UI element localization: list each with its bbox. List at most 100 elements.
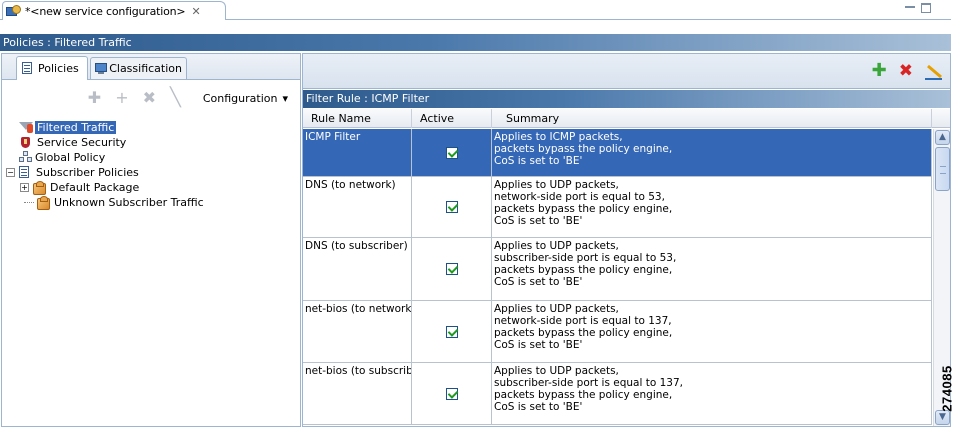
left-tab-bar: Policies Classification: [2, 54, 300, 80]
classification-icon: [95, 62, 107, 75]
tree-item-label: Filtered Traffic: [35, 121, 117, 134]
minimize-icon[interactable]: [905, 6, 915, 14]
window-controls: [905, 3, 931, 14]
policy-tree: Filtered Traffic Service Security Global…: [6, 120, 300, 210]
summary-line: Applies to UDP packets,: [494, 303, 619, 315]
table-body: ICMP Filter Applies to ICMP packets, packe…: [303, 129, 932, 425]
delete-rule-icon[interactable]: ✖: [899, 62, 913, 80]
tree-item-subscriber-policies[interactable]: − Subscriber Policies: [6, 165, 300, 180]
table-row[interactable]: net-bios (to subscrib Applies to UDP pack…: [303, 363, 932, 425]
scroll-up-icon[interactable]: ▲: [935, 130, 950, 145]
table-row[interactable]: ICMP Filter Applies to ICMP packets, packe…: [303, 129, 932, 177]
maximize-icon[interactable]: [921, 3, 931, 13]
tree-item-filtered-traffic[interactable]: Filtered Traffic: [6, 120, 300, 135]
edit-rule-icon[interactable]: [925, 63, 942, 80]
rule-name-cell: DNS (to subscriber): [303, 238, 412, 300]
editor-tab-bar: *<new service configuration> ✕: [0, 0, 951, 21]
collapse-icon[interactable]: −: [6, 168, 15, 177]
service-configuration-icon: [6, 4, 21, 19]
rule-name-cell: ICMP Filter: [303, 129, 412, 176]
summary-line: Applies to UDP packets,: [494, 179, 619, 191]
rules-table: Rule Name Active Summary ICMP Filter Appl…: [303, 109, 950, 426]
tree-toolbar: ✚ + ✖ ╲ Configuration ▾: [2, 81, 300, 115]
package-icon: [32, 181, 46, 195]
expand-icon[interactable]: +: [20, 183, 29, 192]
add-icon[interactable]: +: [115, 90, 128, 106]
tree-item-label: Global Policy: [35, 151, 106, 164]
rule-name-cell: DNS (to network): [303, 177, 412, 237]
filter-icon: [19, 121, 33, 134]
table-row[interactable]: DNS (to subscriber) Applies to UDP packet…: [303, 238, 932, 301]
tree-item-label: Subscriber Policies: [36, 166, 139, 179]
column-header-summary[interactable]: Summary: [492, 109, 932, 128]
global-policy-icon: [19, 151, 33, 164]
summary-line: packets bypass the policy engine,: [494, 264, 673, 276]
delete-icon[interactable]: ✖: [143, 90, 156, 106]
tree-item-service-security[interactable]: Service Security: [6, 135, 300, 150]
close-tab-icon[interactable]: ✕: [191, 5, 200, 18]
tree-connector: [24, 202, 34, 203]
summary-line: network-side port is equal to 137,: [494, 315, 672, 327]
figure-code: 274085: [940, 355, 966, 425]
summary-line: CoS is set to 'BE': [494, 401, 583, 413]
tree-item-label: Default Package: [50, 181, 140, 194]
table-header: Rule Name Active Summary: [303, 109, 950, 128]
active-checkbox[interactable]: [445, 201, 458, 213]
summary-cell: Applies to UDP packets, subscriber-side p…: [492, 363, 932, 424]
table-row[interactable]: DNS (to network) Applies to UDP packets, n…: [303, 177, 932, 238]
subscriber-policies-icon: [18, 166, 32, 179]
summary-line: CoS is set to 'BE': [494, 215, 583, 227]
summary-line: CoS is set to 'BE': [494, 339, 583, 351]
tab-classification[interactable]: Classification: [90, 57, 187, 79]
summary-cell: Applies to UDP packets, subscriber-side p…: [492, 238, 932, 300]
summary-line: subscriber-side port is equal to 53,: [494, 252, 677, 264]
configuration-menu-label: Configuration: [202, 91, 278, 105]
summary-line: packets bypass the policy engine,: [494, 203, 673, 215]
rule-name-cell: net-bios (to subscrib: [303, 363, 412, 424]
active-checkbox[interactable]: [445, 263, 458, 275]
configuration-menu[interactable]: Configuration ▾: [203, 92, 288, 105]
add-sibling-icon[interactable]: ✚: [88, 90, 101, 106]
summary-cell: Applies to UDP packets, network-side port…: [492, 177, 932, 237]
package-icon: [36, 196, 50, 210]
active-cell: [412, 129, 492, 176]
policy-icon: [21, 62, 34, 75]
active-checkbox[interactable]: [445, 325, 458, 338]
active-cell: [412, 301, 492, 362]
summary-cell: Applies to UDP packets, network-side port…: [492, 301, 932, 362]
column-header-rule-name[interactable]: Rule Name: [303, 109, 412, 128]
rule-header: Filter Rule : ICMP Filter: [303, 90, 950, 108]
rules-toolbar: ✚ ✖: [303, 54, 950, 89]
summary-line: Applies to UDP packets,: [494, 240, 619, 252]
editor-tab[interactable]: *<new service configuration> ✕: [2, 1, 226, 21]
editor-tab-title: *<new service configuration>: [25, 5, 186, 18]
summary-line: packets bypass the policy engine,: [494, 327, 673, 339]
summary-line: Applies to ICMP packets,: [494, 131, 623, 143]
column-header-active[interactable]: Active: [412, 109, 492, 128]
scroll-thumb[interactable]: [935, 147, 950, 191]
active-checkbox[interactable]: [445, 387, 458, 400]
tree-item-default-package[interactable]: + Default Package: [6, 180, 300, 195]
table-row[interactable]: net-bios (to network Applies to UDP packe…: [303, 301, 932, 363]
summary-line: packets bypass the policy engine,: [494, 389, 673, 401]
active-cell: [412, 177, 492, 237]
summary-line: network-side port is equal to 53,: [494, 191, 665, 203]
security-icon: [19, 136, 33, 149]
summary-line: subscriber-side port is equal to 137,: [494, 377, 683, 389]
rule-name-cell: net-bios (to network: [303, 301, 412, 362]
summary-line: Applies to UDP packets,: [494, 365, 619, 377]
tree-item-label: Unknown Subscriber Traffic: [54, 196, 204, 209]
add-rule-icon[interactable]: ✚: [872, 62, 887, 80]
header-spacer: [0, 20, 951, 34]
tree-item-label: Service Security: [37, 136, 127, 149]
summary-cell: Applies to ICMP packets, packets bypass t…: [492, 129, 932, 176]
edit-icon[interactable]: ╲: [170, 89, 181, 107]
page-title: Policies : Filtered Traffic: [0, 34, 951, 51]
active-cell: [412, 363, 492, 424]
policy-tree-panel: Policies Classification ✚ + ✖ ╲ Configur…: [1, 53, 301, 427]
tree-item-global-policy[interactable]: Global Policy: [6, 150, 300, 165]
active-checkbox[interactable]: [445, 146, 458, 159]
active-cell: [412, 238, 492, 300]
tree-item-unknown-subscriber-traffic[interactable]: Unknown Subscriber Traffic: [6, 195, 300, 210]
tab-policies[interactable]: Policies: [16, 56, 88, 80]
